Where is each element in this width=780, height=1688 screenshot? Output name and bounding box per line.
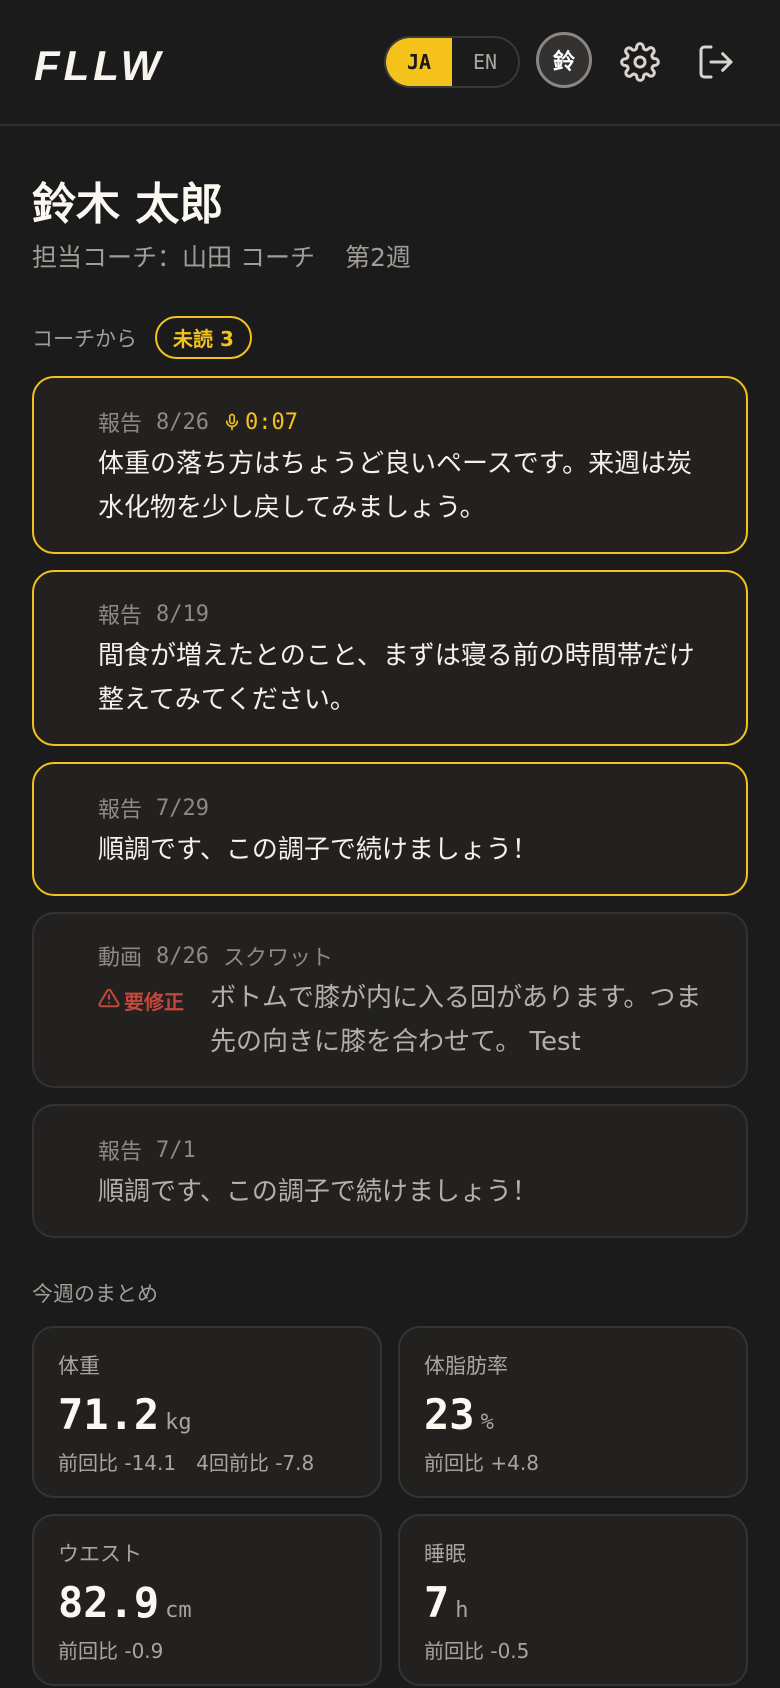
- video-feedback-message[interactable]: 動画 8/26 スクワット 要修正 ボトムで膝が内に入る回があります。つま先の向…: [32, 912, 748, 1088]
- card-delta: 前回比 -0.9: [58, 1635, 356, 1664]
- card-label: ウエスト: [58, 1542, 142, 1566]
- card-unit: h: [455, 1598, 469, 1623]
- card-number: 7: [424, 1578, 450, 1627]
- card-delta-four-back: 4回前比 -7.8: [196, 1451, 315, 1475]
- coach-name: 担当コーチ：山田 コーチ: [32, 243, 315, 272]
- card-label: 体重: [58, 1354, 100, 1378]
- messages-section-label: コーチから: [32, 326, 137, 351]
- message-meta: 報告 8/19: [98, 598, 716, 630]
- message-text: ボトムで膝が内に入る回があります。つま先の向きに膝を合わせて。 Test: [210, 983, 702, 1057]
- card-delta-previous: 前回比 -14.1: [58, 1451, 177, 1475]
- message-type: 動画: [98, 946, 143, 971]
- message-meta: 報告 8/26 0:07: [98, 406, 716, 438]
- coach-message[interactable]: 報告 7/1 順調です、この調子で続けましょう！: [32, 1104, 748, 1238]
- coach-message[interactable]: 報告 7/29 順調です、この調子で続けましょう！: [32, 762, 748, 896]
- lang-option-ja[interactable]: JA: [386, 38, 452, 86]
- message-type: 報告: [98, 412, 143, 437]
- card-unit: cm: [165, 1598, 192, 1623]
- message-meta: 動画 8/26 スクワット: [98, 940, 716, 972]
- feedback-row: 要修正 ボトムで膝が内に入る回があります。つま先の向きに膝を合わせて。 Test: [98, 976, 716, 1064]
- card-delta-previous: 前回比 -0.9: [58, 1639, 164, 1663]
- app-logo[interactable]: FLLW: [34, 42, 164, 90]
- messages-header: コーチから 未読 3: [32, 316, 252, 359]
- warning-icon: [98, 988, 120, 1008]
- card-value: 82.9 cm: [58, 1578, 356, 1627]
- card-label: 体脂肪率: [424, 1354, 508, 1378]
- app-header: FLLW JA EN 鈴: [0, 0, 780, 126]
- lang-option-en[interactable]: EN: [452, 38, 518, 86]
- message-type: 報告: [98, 798, 143, 823]
- card-delta-previous: 前回比 -0.5: [424, 1639, 530, 1663]
- audio-duration-text: 0:07: [245, 409, 298, 435]
- message-date: 7/1: [156, 1137, 196, 1163]
- unread-badge: 未読 3: [155, 316, 252, 359]
- card-delta: 前回比 -0.5: [424, 1635, 722, 1664]
- week-label: 第2週: [344, 243, 411, 272]
- exercise-name: スクワット: [223, 946, 334, 971]
- coach-message[interactable]: 報告 8/26 0:07 体重の落ち方はちょうど良いペースです。来週は炭水化物を…: [32, 376, 748, 554]
- audio-duration[interactable]: 0:07: [223, 410, 298, 435]
- card-number: 71.2: [58, 1390, 160, 1439]
- coach-info: 担当コーチ：山田 コーチ 第2週: [32, 238, 411, 274]
- correction-status: 要修正: [98, 976, 210, 1064]
- card-delta-previous: 前回比 +4.8: [424, 1451, 539, 1475]
- message-type: 報告: [98, 604, 143, 629]
- message-date: 8/19: [156, 601, 209, 627]
- message-date: 8/26: [156, 943, 209, 969]
- card-label: 睡眠: [424, 1542, 466, 1566]
- card-delta: 前回比 -14.1 4回前比 -7.8: [58, 1447, 356, 1476]
- message-meta: 報告 7/1: [98, 1134, 716, 1166]
- summary-card-waist[interactable]: ウエスト 82.9 cm 前回比 -0.9: [32, 1514, 382, 1686]
- message-text: 間食が増えたとのこと、まずは寝る前の時間帯だけ整えてみてください。: [98, 641, 695, 715]
- avatar[interactable]: 鈴: [536, 32, 592, 88]
- card-delta: 前回比 +4.8: [424, 1447, 722, 1476]
- logout-icon[interactable]: [696, 42, 736, 82]
- card-unit: %: [480, 1410, 494, 1435]
- language-toggle[interactable]: JA EN: [384, 36, 520, 88]
- card-value: 23 %: [424, 1390, 722, 1439]
- message-type: 報告: [98, 1140, 143, 1165]
- message-date: 7/29: [156, 795, 209, 821]
- message-meta: 報告 7/29: [98, 792, 716, 824]
- summary-card-body-fat[interactable]: 体脂肪率 23 % 前回比 +4.8: [398, 1326, 748, 1498]
- summary-card-weight[interactable]: 体重 71.2 kg 前回比 -14.1 4回前比 -7.8: [32, 1326, 382, 1498]
- coach-message[interactable]: 報告 8/19 間食が増えたとのこと、まずは寝る前の時間帯だけ整えてみてください…: [32, 570, 748, 746]
- card-number: 23: [424, 1390, 475, 1439]
- client-name: 鈴木 太郎: [32, 179, 224, 230]
- card-number: 82.9: [58, 1578, 160, 1627]
- summary-title: 今週のまとめ: [32, 1282, 158, 1306]
- message-text: 順調です、この調子で続けましょう！: [98, 1177, 538, 1207]
- microphone-icon: [225, 413, 239, 431]
- summary-card-sleep[interactable]: 睡眠 7 h 前回比 -0.5: [398, 1514, 748, 1686]
- card-value: 7 h: [424, 1578, 722, 1627]
- message-date: 8/26: [156, 409, 209, 435]
- correction-status-text: 要修正: [124, 990, 184, 1014]
- gear-icon[interactable]: [620, 42, 660, 82]
- message-text: 体重の落ち方はちょうど良いペースです。来週は炭水化物を少し戻してみましょう。: [98, 449, 693, 523]
- card-value: 71.2 kg: [58, 1390, 356, 1439]
- card-unit: kg: [165, 1410, 192, 1435]
- message-text: 順調です、この調子で続けましょう！: [98, 835, 538, 865]
